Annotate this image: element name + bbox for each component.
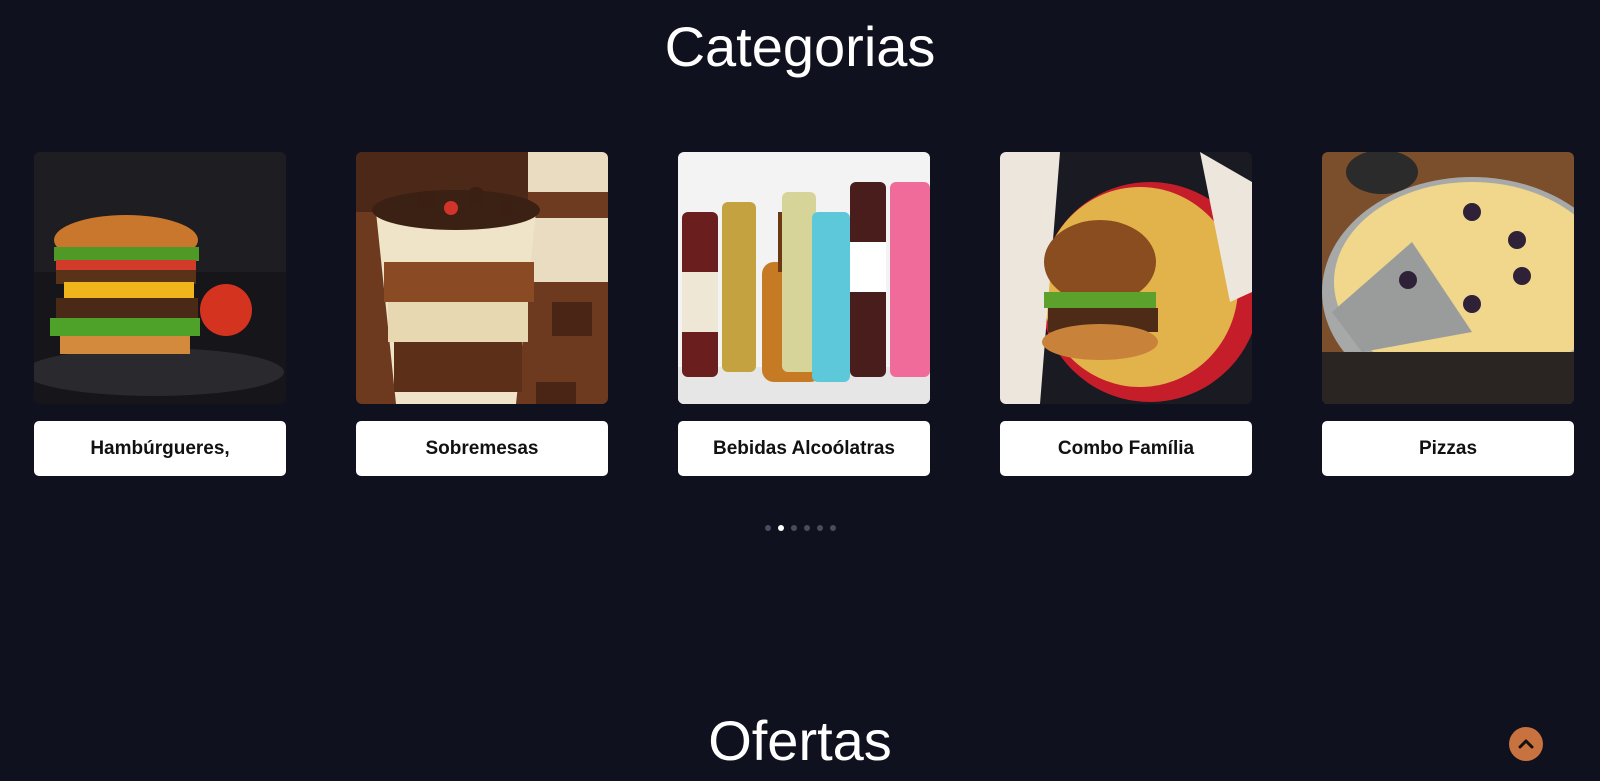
carousel-dot[interactable] — [764, 525, 771, 531]
categories-title: Categorias — [664, 15, 936, 78]
category-label-pizzas[interactable]: Pizzas — [1322, 421, 1574, 476]
category-card-burgers[interactable]: Hambúrgueres, — [34, 152, 286, 476]
carousel-dot-active[interactable] — [777, 525, 784, 531]
category-card-family-combo[interactable]: Combo Família — [1000, 152, 1252, 476]
category-card-pizzas[interactable]: Pizzas — [1322, 152, 1574, 476]
category-image-desserts[interactable] — [356, 152, 608, 404]
category-image-burgers[interactable] — [34, 152, 286, 404]
category-label-burgers[interactable]: Hambúrgueres, — [34, 421, 286, 476]
carousel-pagination — [0, 525, 1600, 531]
category-card-desserts[interactable]: Sobremesas — [356, 152, 608, 476]
chevron-up-icon — [1518, 739, 1534, 749]
carousel-dot[interactable] — [790, 525, 797, 531]
category-image-drinks[interactable] — [678, 152, 930, 404]
category-image-family-combo[interactable] — [1000, 152, 1252, 404]
category-card-drinks[interactable]: Bebidas Alcoólatras — [678, 152, 930, 476]
carousel-dot[interactable] — [816, 525, 823, 531]
carousel-dot[interactable] — [829, 525, 836, 531]
category-label-desserts[interactable]: Sobremesas — [356, 421, 608, 476]
category-label-drinks[interactable]: Bebidas Alcoólatras — [678, 421, 930, 476]
category-label-family-combo[interactable]: Combo Família — [1000, 421, 1252, 476]
carousel-dot[interactable] — [803, 525, 810, 531]
categories-carousel: Hambúrgueres, Sobremesas Bebidas Alcoóla… — [34, 152, 1574, 477]
scroll-to-top-button[interactable] — [1509, 727, 1543, 761]
offers-title: Ofertas — [708, 709, 892, 772]
category-image-pizzas[interactable] — [1322, 152, 1574, 404]
